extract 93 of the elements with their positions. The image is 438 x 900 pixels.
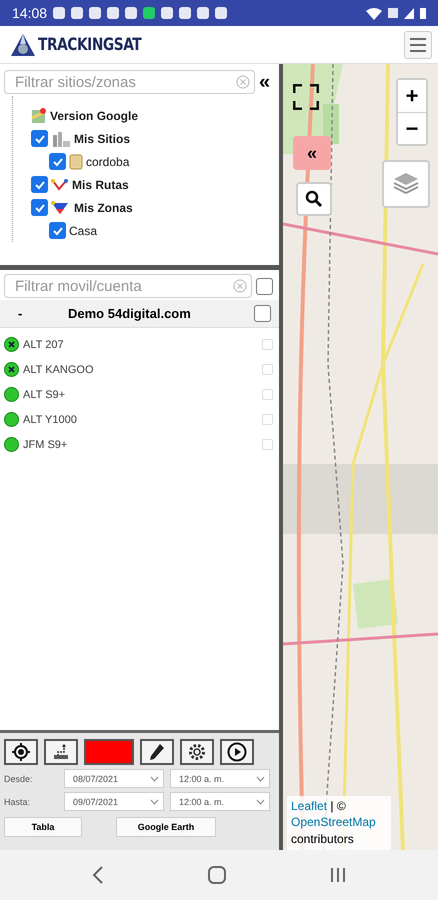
- settings-icon: [187, 742, 207, 762]
- checkbox[interactable]: [31, 176, 48, 193]
- notification-icon: [53, 7, 66, 19]
- status-dot-icon: [4, 437, 19, 452]
- collapse-button[interactable]: «: [259, 70, 275, 94]
- map-attribution: Leaflet | © OpenStreetMap contributors: [287, 796, 391, 850]
- field-label: Hasta:: [4, 796, 32, 806]
- pencil-button[interactable]: [140, 739, 174, 765]
- tree-item-label[interactable]: Mis Sitios: [74, 132, 130, 146]
- checkmark-icon: [34, 202, 46, 214]
- tree-item-label[interactable]: Casa: [69, 224, 98, 238]
- notification-icon: [89, 7, 102, 19]
- vehicle-name[interactable]: ALT 207: [23, 338, 258, 350]
- checkbox[interactable]: [31, 130, 48, 147]
- field-label: Desde:: [4, 774, 34, 784]
- notification-icon: [143, 7, 156, 19]
- pencil-icon: [149, 743, 165, 761]
- table-button[interactable]: Tabla: [4, 817, 82, 837]
- target-icon: [12, 743, 30, 761]
- filter-field[interactable]: Filtrar movil/cuenta: [4, 274, 252, 298]
- zoom-out-button[interactable]: −: [398, 112, 426, 144]
- signal-icon: [404, 8, 414, 18]
- tree-item-label[interactable]: Version Google: [50, 108, 138, 122]
- battery-icon: [420, 8, 426, 18]
- logo-icon: [10, 32, 36, 58]
- notification-icon: [161, 7, 174, 19]
- checkmark-icon: [52, 156, 64, 168]
- leaflet-link[interactable]: Leaflet: [291, 798, 328, 813]
- caret-icon: [150, 776, 159, 782]
- earth-button[interactable]: Google Earth: [116, 817, 216, 837]
- caret-icon: [150, 798, 159, 804]
- checkbox[interactable]: [256, 278, 273, 294]
- recents-icon[interactable]: [330, 867, 346, 883]
- vehicle-name[interactable]: JFM S9+: [23, 438, 258, 450]
- lte-icon: [388, 8, 398, 18]
- time-select[interactable]: 12:00 a. m.: [170, 792, 270, 811]
- checkbox[interactable]: [254, 305, 271, 322]
- osm-link[interactable]: OpenStreetMap: [291, 815, 376, 830]
- zone-icon: [51, 200, 71, 214]
- notification-icon: [71, 7, 84, 19]
- filter-field[interactable]: Filtrar sitios/zonas: [4, 70, 255, 94]
- status-dot-icon: [4, 387, 19, 402]
- checkmark-icon: [34, 132, 46, 144]
- tree-item-label[interactable]: Mis Rutas: [72, 178, 129, 192]
- tree-item-label[interactable]: cordoba: [86, 154, 130, 168]
- status-x-icon: [4, 362, 19, 377]
- home-icon[interactable]: [208, 866, 226, 884]
- tree-item-label[interactable]: Mis Zonas: [74, 200, 133, 214]
- status-dot-icon: [4, 412, 19, 427]
- status-x-icon: [4, 337, 19, 352]
- notification-icon: [179, 7, 192, 19]
- menu-button[interactable]: [404, 30, 432, 58]
- notification-icon: [215, 7, 228, 19]
- play-button[interactable]: [220, 739, 254, 765]
- checkbox[interactable]: [49, 222, 66, 239]
- checkbox[interactable]: [49, 153, 66, 170]
- notification-icon: [197, 7, 210, 19]
- play-icon: [227, 742, 247, 762]
- fullscreen-icon[interactable]: [293, 84, 319, 110]
- date-select[interactable]: 09/07/2021: [64, 792, 164, 811]
- search-icon: [305, 190, 323, 208]
- caret-icon: [256, 798, 265, 804]
- locate-button[interactable]: [4, 739, 38, 765]
- wifi-icon: [366, 6, 382, 20]
- route-icon: [52, 744, 70, 760]
- collapse-toggle[interactable]: -: [18, 306, 68, 321]
- status-time: 14:08: [12, 5, 48, 21]
- checkbox[interactable]: [31, 199, 48, 216]
- color-button[interactable]: [84, 739, 134, 765]
- vehicle-name[interactable]: ALT S9+: [23, 388, 258, 400]
- search-button[interactable]: [296, 182, 332, 216]
- notification-icon: [125, 7, 138, 19]
- layers-button[interactable]: [382, 160, 430, 208]
- vehicle-name[interactable]: ALT KANGOO: [23, 364, 258, 376]
- route-tool-button[interactable]: [44, 739, 78, 765]
- settings-button[interactable]: [180, 739, 214, 765]
- caret-icon: [256, 776, 265, 782]
- map-icon: [31, 108, 47, 124]
- account-name: Demo 54digital.com: [68, 306, 192, 321]
- layers-icon: [392, 171, 420, 197]
- checkmark-icon: [34, 178, 46, 190]
- buildings-icon: [51, 130, 71, 146]
- back-icon[interactable]: [92, 866, 104, 884]
- vehicle-name[interactable]: ALT Y1000: [23, 414, 258, 426]
- logo-text: TRACKINGSAT: [38, 34, 142, 54]
- route-icon: [51, 178, 69, 192]
- time-select[interactable]: 12:00 a. m.: [170, 769, 270, 788]
- checkmark-icon: [52, 224, 64, 236]
- folder-icon: [69, 154, 83, 170]
- notification-icon: [107, 7, 120, 19]
- expand-button[interactable]: «: [293, 136, 331, 170]
- menu-icon: [409, 38, 427, 52]
- date-select[interactable]: 08/07/2021: [64, 769, 164, 788]
